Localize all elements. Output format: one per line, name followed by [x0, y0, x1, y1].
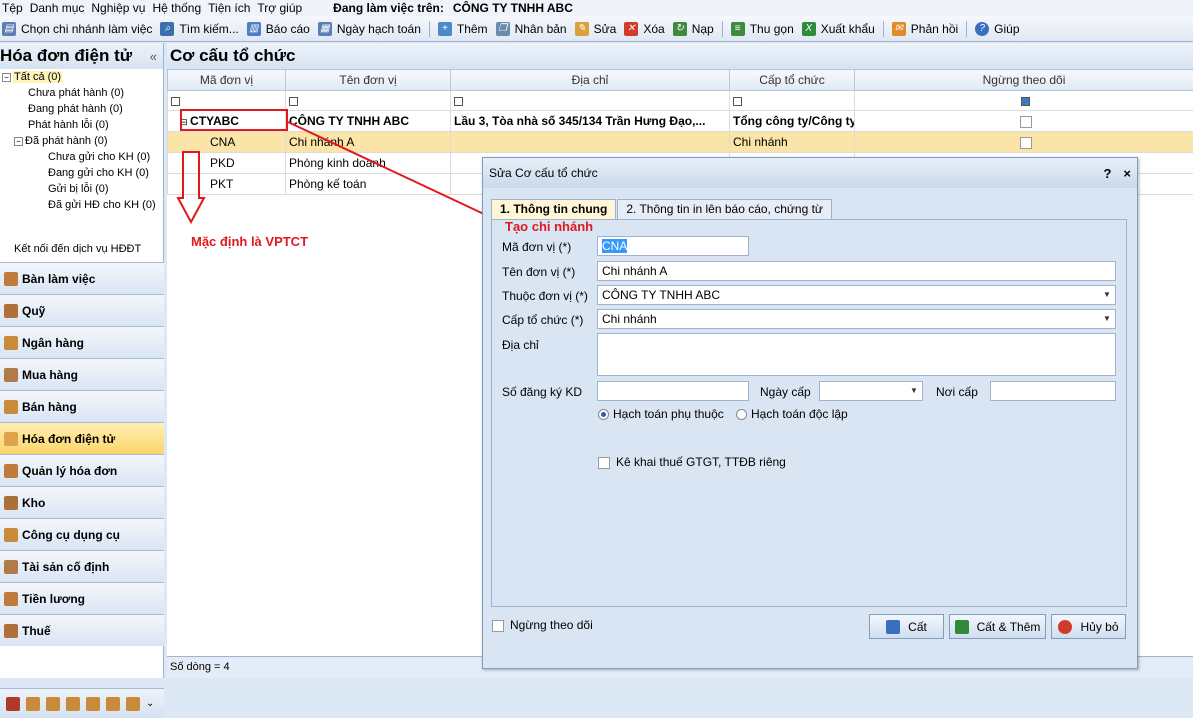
issue-place-label: Nơi cấp	[936, 385, 978, 399]
parent-value: CÔNG TY TNHH ABC	[602, 288, 720, 302]
help-icon[interactable]: ?	[1103, 166, 1111, 181]
close-icon[interactable]: ×	[1123, 166, 1131, 181]
tax-decl-label: Kê khai thuế GTGT, TTĐB riêng	[616, 455, 786, 469]
parent-select[interactable]: CÔNG TY TNHH ABC ▼	[597, 285, 1116, 305]
more-modules-icon[interactable]: ⌄	[146, 698, 154, 709]
shortcut-icon[interactable]	[6, 697, 20, 711]
parent-label: Thuộc đơn vị (*)	[502, 289, 588, 303]
shortcut-icon[interactable]	[66, 697, 80, 711]
address-field[interactable]	[597, 333, 1116, 376]
level-value: Chi nhánh	[602, 312, 657, 326]
dialog-titlebar: Sửa Cơ cấu tổ chức ?×	[483, 158, 1137, 188]
save-add-button[interactable]: Cất & Thêm	[949, 614, 1046, 639]
radio-checked-icon[interactable]	[598, 409, 609, 420]
down-arrow-icon	[178, 152, 204, 222]
independent-radio[interactable]: Hạch toán độc lập	[736, 407, 848, 421]
stop-tracking-label: Ngừng theo dõi	[510, 618, 593, 632]
level-label: Cấp tổ chức (*)	[502, 313, 583, 327]
code-field[interactable]: CNA	[597, 236, 749, 256]
dependent-radio[interactable]: Hạch toán phụ thuộc	[598, 407, 724, 421]
shortcut-icon[interactable]	[126, 697, 140, 711]
tab-general-info[interactable]: 1. Thông tin chung	[491, 199, 616, 219]
shortcut-icon[interactable]	[106, 697, 120, 711]
checkbox-icon[interactable]	[492, 620, 504, 632]
shortcut-icon[interactable]	[86, 697, 100, 711]
tax-decl-checkbox[interactable]: Kê khai thuế GTGT, TTĐB riêng	[598, 455, 786, 469]
tab-print-info[interactable]: 2. Thông tin in lên báo cáo, chứng từ	[617, 199, 832, 219]
dialog-controls: ?×	[1091, 166, 1131, 181]
dialog-tabs: 1. Thông tin chung 2. Thông tin in lên b…	[491, 199, 833, 219]
save-button[interactable]: Cất	[869, 614, 944, 639]
dialog-title: Sửa Cơ cấu tổ chức	[489, 166, 598, 180]
chevron-down-icon[interactable]: ▼	[1099, 286, 1115, 304]
issue-date-field[interactable]: ▼	[819, 381, 923, 401]
pointer-line	[288, 122, 486, 215]
level-select[interactable]: Chi nhánh ▼	[597, 309, 1116, 329]
stop-tracking-checkbox[interactable]: Ngừng theo dõi	[492, 618, 593, 632]
module-shortcut-bar: ⌄	[0, 688, 164, 718]
cancel-label: Hủy bỏ	[1080, 620, 1118, 634]
reg-no-label: Số đăng ký KD	[502, 385, 582, 399]
issue-place-field[interactable]	[990, 381, 1116, 401]
code-value: CNA	[602, 239, 627, 253]
cancel-button[interactable]: Hủy bỏ	[1051, 614, 1126, 639]
name-label: Tên đơn vị (*)	[502, 265, 575, 279]
radio-unchecked-icon[interactable]	[736, 409, 747, 420]
save-add-icon	[955, 620, 969, 634]
cancel-icon	[1058, 620, 1072, 634]
issue-date-label: Ngày cấp	[760, 385, 811, 399]
annotation-create-branch: Tạo chi nhánh	[505, 219, 593, 234]
code-label: Mã đơn vị (*)	[502, 240, 571, 254]
chevron-down-icon[interactable]: ▼	[1099, 310, 1115, 328]
save-add-label: Cất & Thêm	[977, 620, 1041, 634]
name-field[interactable]: Chi nhánh A	[597, 261, 1116, 281]
shortcut-icon[interactable]	[26, 697, 40, 711]
general-info-panel: Mã đơn vị (*) CNA Tên đơn vị (*) Chi nhá…	[491, 219, 1127, 607]
address-label: Địa chỉ	[502, 338, 539, 352]
checkbox-icon[interactable]	[598, 457, 610, 469]
annotation-default: Mặc định là VPTCT	[191, 234, 308, 249]
chevron-down-icon[interactable]: ▼	[906, 382, 922, 400]
save-label: Cất	[908, 620, 927, 634]
reg-no-field[interactable]	[597, 381, 749, 401]
independent-label: Hạch toán độc lập	[751, 407, 848, 421]
dependent-label: Hạch toán phụ thuộc	[613, 407, 724, 421]
shortcut-icon[interactable]	[46, 697, 60, 711]
save-icon	[886, 620, 900, 634]
